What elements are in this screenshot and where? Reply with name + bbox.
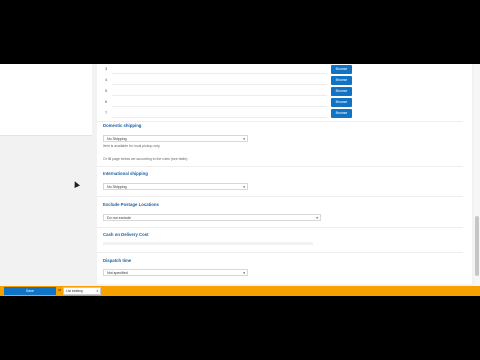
chevron-down-icon: ▾ <box>316 216 318 220</box>
chevron-down-icon: ▾ <box>243 137 245 141</box>
or-label: or <box>58 288 62 292</box>
browse-button[interactable]: Browse <box>331 109 352 118</box>
section-divider <box>97 121 463 122</box>
chevron-down-icon: ▾ <box>243 271 245 275</box>
main-content <box>97 64 472 284</box>
media-row-index: 5 <box>105 88 108 93</box>
media-row-field[interactable] <box>112 76 327 85</box>
browse-button[interactable]: Browse <box>331 65 352 74</box>
select-value: Not specified <box>107 271 128 275</box>
domestic-help-text: Item is available for local pickup only. <box>103 144 161 148</box>
media-row-field[interactable] <box>112 65 327 74</box>
scrollbar-thumb[interactable] <box>475 216 479 276</box>
section-divider <box>97 227 463 228</box>
international-shipping-title: International shipping <box>103 171 148 176</box>
media-row-index: 4 <box>105 77 108 82</box>
select-value: Do not exclude <box>107 216 131 220</box>
domestic-shipping-title: Domestic shipping <box>103 123 142 128</box>
browse-button[interactable]: Browse <box>331 98 352 107</box>
international-shipping-select[interactable]: No Shipping ▾ <box>103 183 248 190</box>
domestic-rules-text: Or fill page below we according to the r… <box>103 157 189 161</box>
select-value: No Shipping <box>107 185 127 189</box>
browse-button[interactable]: Browse <box>331 76 352 85</box>
chevron-down-icon: ▾ <box>243 185 245 189</box>
listing-action-select[interactable]: List existing ▾ <box>63 287 101 295</box>
exclude-postage-select[interactable]: Do not exclude ▾ <box>103 214 321 221</box>
media-row-field[interactable] <box>112 87 327 96</box>
chevron-down-icon: ▾ <box>96 289 98 293</box>
dispatch-time-title: Dispatch time <box>103 258 132 263</box>
media-row-index: 3 <box>105 66 108 71</box>
section-divider <box>97 166 463 167</box>
media-row-index: 6 <box>105 99 108 104</box>
section-divider <box>97 252 463 253</box>
dispatch-time-select[interactable]: Not specified ▾ <box>103 269 248 276</box>
section-divider <box>97 196 463 197</box>
cash-on-delivery-title: Cash on Delivery Cost <box>103 232 149 237</box>
select-value: List existing <box>66 289 83 293</box>
exclude-postage-title: Exclude Postage Locations <box>103 202 159 207</box>
domestic-shipping-select[interactable]: No Shipping ▾ <box>103 135 248 142</box>
media-row-field[interactable] <box>112 98 327 107</box>
select-value: No Shipping <box>107 137 127 141</box>
media-row-field[interactable] <box>112 109 327 118</box>
browse-button[interactable]: Browse <box>331 87 352 96</box>
cash-on-delivery-field[interactable] <box>103 242 313 245</box>
save-button[interactable]: Save <box>4 287 56 295</box>
media-row-index: 7 <box>105 110 108 115</box>
sidebar-panel <box>0 64 92 136</box>
